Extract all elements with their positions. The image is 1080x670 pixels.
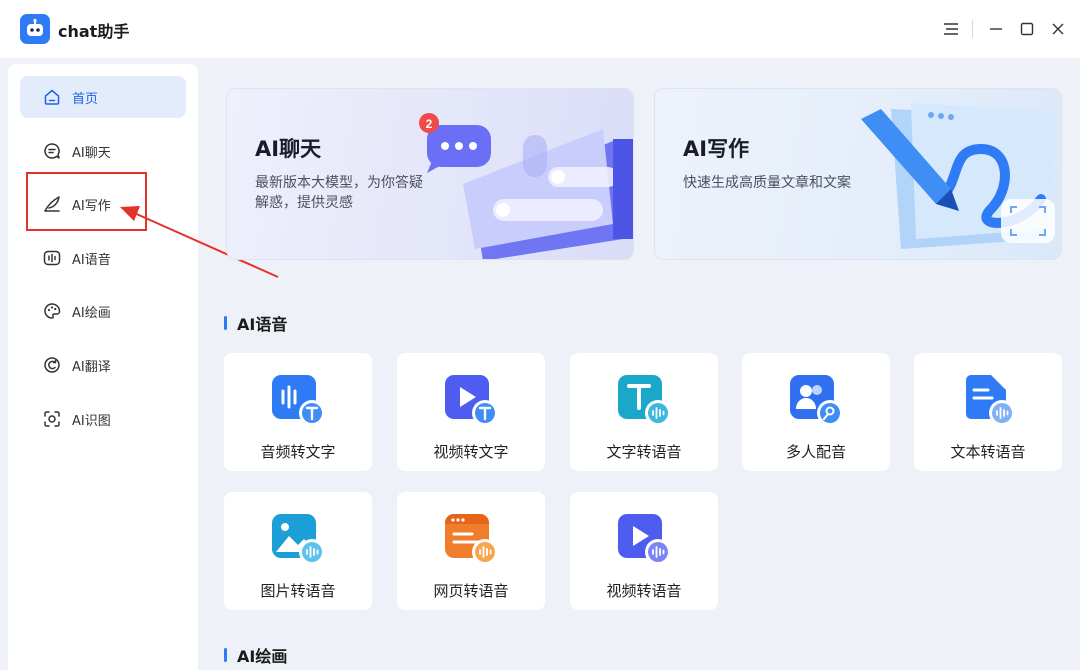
tool-card-multi-dubbing[interactable]: 多人配音 (742, 353, 890, 471)
sidebar-item-label: AI绘画 (72, 305, 111, 321)
tool-card-document-to-speech[interactable]: 文本转语音 (914, 353, 1062, 471)
translate-icon (42, 355, 62, 375)
tool-card-image-to-speech[interactable]: 图片转语音 (224, 492, 372, 610)
text-to-speech-icon (618, 375, 671, 426)
ai-writing-banner[interactable]: AI写作 快速生成高质量文章和文案 (654, 88, 1062, 260)
banner-description: 最新版本大模型，为你答疑解惑，提供灵感 (255, 175, 423, 211)
sidebar-item-home[interactable]: 首页 (20, 76, 186, 118)
multi-dubbing-icon (790, 375, 843, 426)
feather-icon (42, 194, 62, 214)
banner-title: AI聊天 (255, 137, 322, 161)
tool-label: 视频转文字 (433, 443, 509, 461)
sidebar: 首页 AI聊天 AI写作 AI语音 AI绘画 AI翻译 AI识图 (8, 64, 198, 670)
sidebar-item-label: AI写作 (72, 198, 111, 214)
audio-to-text-icon (272, 375, 325, 426)
sidebar-item-label: AI聊天 (72, 145, 111, 161)
section-accent-bar (224, 316, 227, 330)
section-title-ai-voice: AI语音 (224, 311, 287, 335)
sidebar-item-label: AI翻译 (72, 359, 111, 375)
app-title: chat助手 (58, 22, 130, 41)
image-to-speech-icon (272, 514, 325, 565)
sidebar-item-ai-translate[interactable]: AI翻译 (20, 344, 186, 386)
pen-illustration-icon (861, 103, 1056, 249)
notification-badge: 2 (426, 117, 433, 131)
chat-bubble-illustration-icon: 2 (419, 113, 633, 259)
webpage-to-speech-icon (445, 514, 498, 565)
close-icon[interactable] (1048, 19, 1068, 39)
document-to-speech-icon (966, 375, 1015, 426)
sidebar-item-label: 首页 (72, 91, 99, 107)
home-icon (42, 87, 62, 107)
tool-label: 图片转语音 (260, 582, 336, 600)
tool-card-video-to-text[interactable]: 视频转文字 (397, 353, 545, 471)
tool-label: 音频转文字 (260, 443, 336, 461)
banner-title: AI写作 (683, 137, 750, 161)
tool-card-video-to-speech[interactable]: 视频转语音 (570, 492, 718, 610)
robot-logo-icon (20, 14, 50, 44)
video-to-speech-icon (618, 514, 671, 565)
tool-label: 网页转语音 (433, 582, 509, 600)
voice-icon (42, 248, 62, 268)
sidebar-item-label: AI识图 (72, 413, 111, 429)
tool-card-audio-to-text[interactable]: 音频转文字 (224, 353, 372, 471)
tool-label: 多人配音 (785, 443, 846, 461)
title-separator (972, 20, 973, 38)
sidebar-item-ai-chat[interactable]: AI聊天 (20, 130, 186, 172)
sidebar-item-ai-drawing[interactable]: AI绘画 (20, 290, 186, 332)
menu-icon[interactable] (941, 19, 961, 39)
maximize-icon[interactable] (1017, 19, 1037, 39)
tool-label: 文字转语音 (606, 443, 682, 461)
tool-label: 视频转语音 (606, 582, 682, 600)
chat-icon (42, 141, 62, 161)
palette-icon (42, 301, 62, 321)
section-title-ai-drawing: AI绘画 (224, 643, 287, 667)
minimize-icon[interactable] (986, 19, 1006, 39)
video-to-text-icon (445, 375, 498, 426)
tool-card-text-to-speech[interactable]: 文字转语音 (570, 353, 718, 471)
ai-chat-banner[interactable]: AI聊天 最新版本大模型，为你答疑解惑，提供灵感 2 (226, 88, 634, 260)
tool-label: 文本转语音 (950, 443, 1026, 461)
section-title-text: AI绘画 (237, 647, 288, 666)
section-accent-bar (224, 648, 227, 662)
tool-card-webpage-to-speech[interactable]: 网页转语音 (397, 492, 545, 610)
title-bar: chat助手 (0, 0, 1080, 58)
sidebar-item-ai-image-recognition[interactable]: AI识图 (20, 398, 186, 440)
scan-icon (42, 409, 62, 429)
sidebar-item-label: AI语音 (72, 252, 111, 268)
banner-description: 快速生成高质量文章和文案 (683, 175, 851, 191)
section-title-text: AI语音 (237, 315, 288, 334)
